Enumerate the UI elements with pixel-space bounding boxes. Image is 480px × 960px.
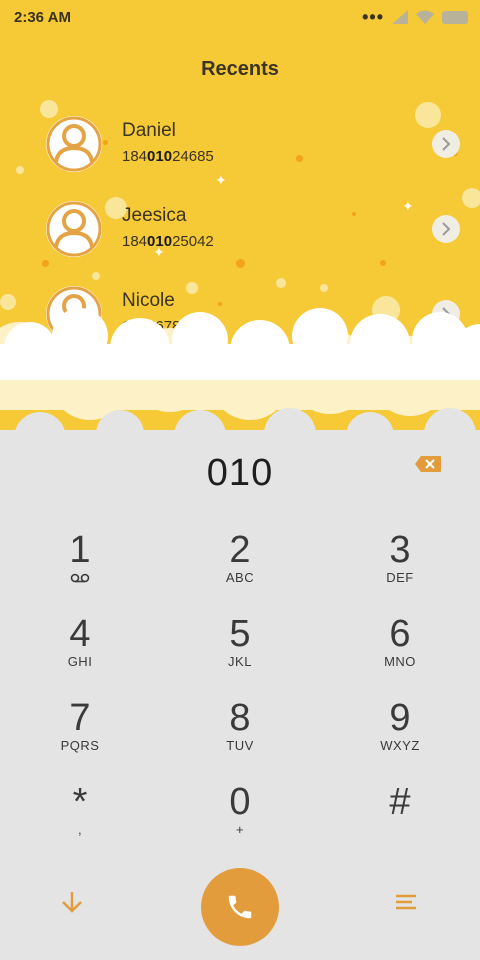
dial-key-2[interactable]: 2 ABC: [180, 530, 300, 606]
dial-key-4[interactable]: 4 GHI: [20, 614, 140, 690]
contact-number: 18401024685: [122, 148, 214, 165]
dial-key-8[interactable]: 8 TUV: [180, 698, 300, 774]
recent-contact-row[interactable]: Jeesica 18401025042: [46, 201, 466, 261]
chevron-right-icon: [442, 137, 451, 151]
key-digit: *: [72, 781, 88, 823]
page-title: Recents: [201, 58, 279, 80]
status-icons: •••: [362, 7, 468, 27]
cellular-signal-icon: [392, 10, 408, 24]
wifi-icon: [416, 10, 434, 24]
key-letters: ABC: [225, 570, 255, 585]
key-letters: WXYZ: [380, 738, 420, 753]
key-letters: DEF: [386, 570, 414, 585]
key-digit: 5: [229, 613, 251, 655]
decor-bubble: [92, 272, 100, 280]
key-digit: 1: [69, 529, 91, 571]
more-dots-icon: •••: [362, 7, 384, 27]
key-letters: GHI: [67, 654, 93, 669]
key-digit: 3: [389, 529, 411, 571]
contact-name: Jeesica: [122, 205, 187, 226]
avatar: [46, 116, 102, 172]
key-digit: #: [389, 781, 411, 823]
contact-details-button[interactable]: [432, 130, 460, 158]
phone-icon: [228, 895, 252, 919]
key-letters: ,: [77, 822, 83, 837]
contact-name: Daniel: [122, 120, 176, 141]
key-letters: +: [235, 822, 245, 837]
battery-icon: [442, 10, 468, 24]
chevron-right-icon: [442, 222, 451, 236]
menu-button[interactable]: [392, 888, 420, 921]
menu-icon: [396, 894, 416, 910]
person-icon: [46, 201, 102, 257]
dial-key-hash[interactable]: #: [340, 782, 460, 858]
call-button[interactable]: [201, 868, 279, 946]
dial-key-0[interactable]: 0 +: [180, 782, 300, 858]
decor-dot: [42, 260, 49, 267]
key-letters: PQRS: [60, 738, 100, 753]
dial-key-7[interactable]: 7 PQRS: [20, 698, 140, 774]
backspace-button[interactable]: [414, 455, 442, 473]
key-digit: 7: [69, 697, 91, 739]
arrow-down-icon: [62, 892, 82, 913]
contact-details-button[interactable]: [432, 215, 460, 243]
collapse-keypad-button[interactable]: [58, 888, 86, 921]
key-digit: 8: [229, 697, 251, 739]
dial-key-6[interactable]: 6 MNO: [340, 614, 460, 690]
status-bar: 2:36 AM •••: [0, 0, 480, 34]
avatar: [46, 201, 102, 257]
recent-contact-row[interactable]: Daniel 18401024685: [46, 116, 466, 176]
status-time: 2:36 AM: [14, 9, 71, 26]
voicemail-icon: [70, 573, 90, 583]
cloud-divider: [0, 308, 480, 440]
key-digit: 0: [229, 781, 251, 823]
key-letters: MNO: [384, 654, 416, 669]
dialed-number-display: 010: [206, 452, 274, 494]
key-digit: 9: [389, 697, 411, 739]
dial-key-5[interactable]: 5 JKL: [180, 614, 300, 690]
dial-key-9[interactable]: 9 WXYZ: [340, 698, 460, 774]
key-digit: 4: [69, 613, 91, 655]
dial-key-1[interactable]: 1: [20, 530, 140, 606]
dial-key-3[interactable]: 3 DEF: [340, 530, 460, 606]
person-icon: [46, 116, 102, 172]
contact-number: 18401025042: [122, 233, 214, 250]
dial-key-star[interactable]: * ,: [20, 782, 140, 858]
key-letters: TUV: [226, 738, 254, 753]
key-letters: JKL: [228, 654, 252, 669]
key-digit: 2: [229, 529, 251, 571]
backspace-icon: [415, 456, 441, 472]
key-digit: 6: [389, 613, 411, 655]
decor-bubble: [16, 166, 24, 174]
